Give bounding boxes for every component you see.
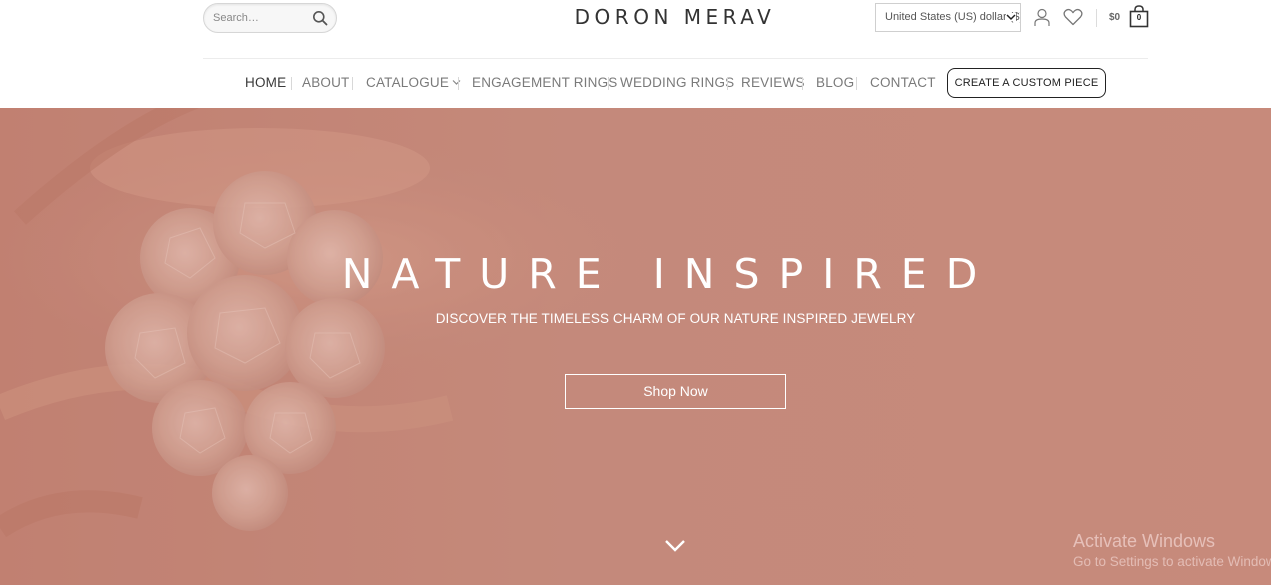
search-box: [203, 3, 337, 33]
site-logo[interactable]: DORON MERAV: [560, 5, 790, 29]
hero-banner: NATURE INSPIRED DISCOVER THE TIMELESS CH…: [0, 108, 1271, 585]
watermark-subtitle: Go to Settings to activate Windows.: [1073, 554, 1271, 569]
nav-item-catalogue-label: CATALOGUE: [366, 75, 450, 90]
currency-select[interactable]: United States (US) dollar ($): [875, 3, 1021, 32]
nav-item-reviews[interactable]: REVIEWS: [741, 72, 805, 94]
nav-item-home[interactable]: HOME: [245, 72, 286, 94]
hero-subtitle: DISCOVER THE TIMELESS CHARM OF OUR NATUR…: [435, 311, 916, 326]
chevron-down-icon: [452, 80, 461, 85]
header-divider-line: [203, 58, 1148, 59]
search-input[interactable]: [204, 4, 308, 32]
chevron-down-icon[interactable]: [664, 539, 686, 553]
hero-title: NATURE INSPIRED: [341, 250, 997, 298]
nav-separator: [608, 77, 609, 90]
account-icon[interactable]: [1033, 8, 1051, 27]
cart-total[interactable]: $0: [1109, 12, 1120, 23]
nav-item-engagement-rings[interactable]: ENGAGEMENT RINGS: [472, 72, 617, 94]
nav-separator: [856, 77, 857, 90]
watermark-title: Activate Windows: [1073, 531, 1216, 551]
heart-icon[interactable]: [1063, 8, 1083, 26]
site-header: DORON MERAV United States (US) dollar ($…: [0, 0, 1271, 108]
nav-separator: [727, 77, 728, 90]
nav-item-contact[interactable]: CONTACT: [870, 72, 936, 94]
hero-ring-image: [0, 108, 1271, 585]
currency-selected-value: United States (US) dollar ($): [885, 11, 1021, 23]
shop-now-button[interactable]: Shop Now: [565, 374, 786, 409]
nav-separator: [458, 77, 459, 90]
nav-separator: [802, 77, 803, 90]
chevron-down-icon: [1006, 13, 1016, 21]
nav-item-blog[interactable]: BLOG: [816, 72, 854, 94]
nav-item-catalogue[interactable]: CATALOGUE: [366, 72, 461, 94]
search-icon[interactable]: [312, 10, 328, 26]
create-custom-piece-button[interactable]: CREATE A CUSTOM PIECE: [947, 68, 1106, 98]
activate-windows-watermark: Activate Windows Go to Settings to activ…: [1073, 531, 1271, 569]
nav-item-wedding-rings[interactable]: WEDDING RINGS: [620, 72, 734, 94]
nav-separator: [352, 77, 353, 90]
cart-count-badge: 0: [1136, 13, 1142, 22]
header-divider: [1096, 9, 1097, 27]
nav-separator: [291, 77, 292, 90]
nav-item-about[interactable]: ABOUT: [302, 72, 350, 94]
